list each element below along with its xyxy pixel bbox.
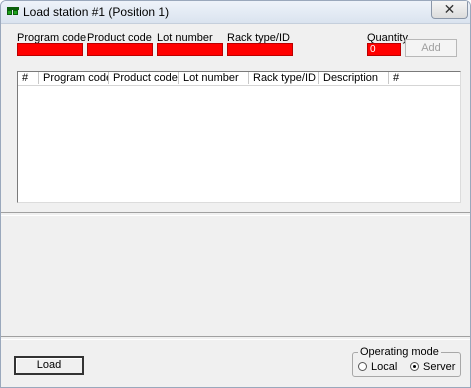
- column-header-count[interactable]: #: [389, 72, 460, 84]
- items-table[interactable]: # Program code Product code Lot number R…: [17, 71, 461, 203]
- column-header-index[interactable]: #: [18, 72, 39, 84]
- product-code-field[interactable]: [87, 43, 153, 56]
- load-button[interactable]: Load: [14, 356, 84, 375]
- app-icon: [7, 7, 19, 16]
- separator: [1, 336, 470, 340]
- program-code-field[interactable]: [17, 43, 83, 56]
- local-radio[interactable]: [358, 362, 367, 371]
- local-radio-label[interactable]: Local: [371, 361, 397, 373]
- table-header: # Program code Product code Lot number R…: [18, 72, 460, 86]
- column-header-rack-type[interactable]: Rack type/ID: [249, 72, 319, 84]
- column-header-description[interactable]: Description: [319, 72, 389, 84]
- load-station-window: Load station #1 (Position 1) ✕ Program c…: [0, 0, 471, 388]
- separator: [1, 212, 470, 216]
- operating-mode-title: Operating mode: [358, 346, 441, 358]
- window-title: Load station #1 (Position 1): [23, 5, 170, 19]
- column-header-program-code[interactable]: Program code: [39, 72, 109, 84]
- close-button[interactable]: ✕: [431, 1, 468, 19]
- lot-number-field[interactable]: [157, 43, 223, 56]
- add-button[interactable]: Add: [405, 39, 457, 57]
- server-radio-label[interactable]: Server: [423, 361, 455, 373]
- title-bar: Load station #1 (Position 1) ✕: [1, 1, 470, 24]
- server-radio[interactable]: [410, 362, 419, 371]
- column-header-lot-number[interactable]: Lot number: [179, 72, 249, 84]
- column-header-product-code[interactable]: Product code: [109, 72, 179, 84]
- quantity-field[interactable]: 0: [367, 43, 401, 56]
- rack-type-field[interactable]: [227, 43, 293, 56]
